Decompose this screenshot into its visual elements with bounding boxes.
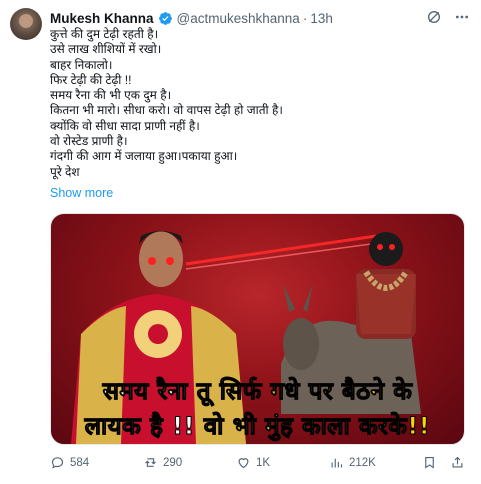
tweet-text-line: कितना भी मारो। सीधा करो। वो वापस टेढ़ी ह…: [50, 103, 283, 118]
tweet-text-line: क्योंकि वो सीधा सादा प्राणी नहीं है।: [50, 118, 200, 133]
author-name[interactable]: Mukesh Khanna: [50, 11, 154, 26]
repost-icon: [145, 458, 156, 467]
reply-button[interactable]: 584: [50, 455, 89, 470]
avatar[interactable]: [10, 8, 42, 40]
verified-badge-icon: [158, 11, 173, 26]
author-handle[interactable]: @actmukeshkhanna: [177, 11, 300, 26]
reply-icon: [51, 457, 64, 469]
image-caption-line2: लायक है !! वो भी मुंह काला करके!!: [51, 409, 464, 442]
tweet-text-line: वो रोस्टेड प्राणी है।: [50, 134, 128, 149]
tweet-text-line: बाहर निकालो।: [50, 57, 113, 72]
bookmark-button[interactable]: [422, 455, 437, 470]
views-count: 212K: [349, 456, 376, 469]
header-actions: [425, 8, 471, 26]
share-button[interactable]: [450, 455, 465, 470]
like-icon: [238, 458, 249, 469]
tweet-text-line: समय रैना की भी एक दुम है।: [50, 88, 172, 103]
repost-count: 290: [163, 456, 183, 469]
repost-button[interactable]: 290: [143, 455, 182, 470]
tweet-text-line: पूरे देश: [50, 164, 80, 179]
tweet-text: कुत्ते की दुम टेढ़ी रहती है। उसे लाख शीश…: [50, 27, 470, 180]
tweet-header: Mukesh Khanna @actmukeshkhanna · 13h: [50, 8, 333, 28]
like-count: 1K: [256, 456, 271, 469]
views-icon: [331, 458, 343, 468]
caption-yellow-part: वो भी मुंह काला करके!!: [203, 412, 431, 441]
views-button[interactable]: 212K: [329, 455, 376, 470]
caption-yellow-part: सिर्फ गधे पर बैठने के: [219, 377, 413, 406]
image-caption-line1: समय रैना तू सिर्फ गधे पर बैठने के: [51, 374, 464, 407]
tweet-text-line: गंदगी की आग में जलाया हुआ।पकाया हुआ।: [50, 149, 238, 164]
reply-count: 584: [70, 456, 90, 469]
separator-dot: ·: [302, 10, 308, 26]
like-button[interactable]: 1K: [236, 455, 270, 470]
bookmark-icon: [425, 456, 434, 469]
tweet-image[interactable]: समय रैना तू सिर्फ गधे पर बैठने के लायक ह…: [50, 213, 465, 445]
share-icon: [452, 456, 463, 468]
timestamp[interactable]: 13h: [310, 11, 333, 26]
tweet-text-line: फिर टेढ़ी की टेढ़ी !!: [50, 72, 132, 87]
more-icon[interactable]: [453, 8, 471, 26]
grok-icon[interactable]: [425, 8, 443, 26]
tweet-text-line: उसे लाख शीशियों में रखो।: [50, 42, 162, 57]
show-more-link[interactable]: Show more: [50, 186, 113, 200]
caption-white-part: लायक है !!: [84, 412, 204, 441]
tweet-actions: 584 290 1K 212K: [50, 455, 470, 471]
tweet-text-line: कुत्ते की दुम टेढ़ी रहती है।: [50, 27, 159, 41]
caption-white-part: समय रैना तू: [102, 377, 220, 406]
tweet[interactable]: Mukesh Khanna @actmukeshkhanna · 13h कुत…: [0, 0, 481, 484]
